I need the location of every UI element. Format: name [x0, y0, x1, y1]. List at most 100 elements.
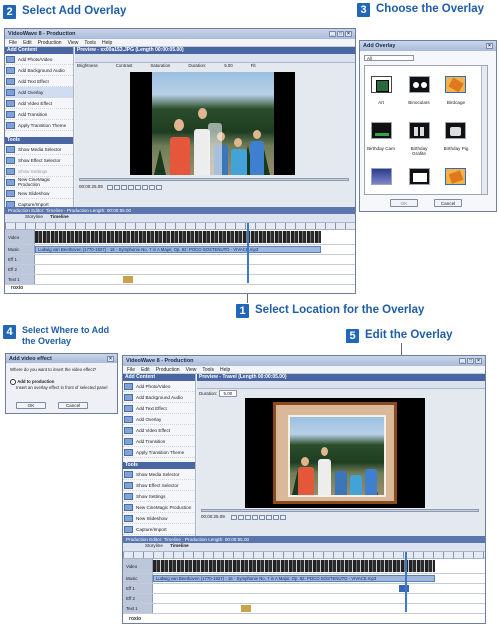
- menu-edit[interactable]: Edit: [23, 40, 32, 46]
- menu-file[interactable]: File: [9, 40, 17, 46]
- prev-button[interactable]: [114, 185, 120, 190]
- family-photo: [288, 415, 386, 497]
- maximize-button[interactable]: □: [337, 31, 344, 37]
- text-clip[interactable]: [123, 276, 133, 283]
- close-button[interactable]: ×: [345, 31, 352, 37]
- video-clips[interactable]: [35, 231, 321, 243]
- option-add-to-production[interactable]: Add to production Insert an overlay effe…: [10, 379, 116, 390]
- close-button[interactable]: ×: [486, 43, 493, 49]
- task-add-transition[interactable]: Add Transition: [5, 109, 73, 120]
- close-button[interactable]: ×: [107, 355, 114, 362]
- volume-button[interactable]: [280, 515, 286, 520]
- task-add-transition[interactable]: Add Transition: [123, 436, 195, 447]
- minimize-button[interactable]: _: [329, 31, 336, 37]
- menu-production[interactable]: Production: [156, 367, 180, 373]
- volume-button[interactable]: [156, 185, 162, 190]
- ok-button[interactable]: OK: [16, 402, 46, 409]
- tool-capture-import[interactable]: Capture/Import: [123, 524, 195, 535]
- grid-scrollbar[interactable]: [481, 66, 487, 194]
- overlay-birdcage[interactable]: [445, 76, 466, 93]
- storyline-tab[interactable]: Storyline: [145, 543, 163, 548]
- overlay-binoculars[interactable]: [409, 76, 430, 93]
- tool-new-slideshow[interactable]: New Slideshow: [5, 188, 73, 199]
- rewind-button[interactable]: [107, 185, 113, 190]
- forward-button[interactable]: [266, 515, 272, 520]
- menu-production[interactable]: Production: [38, 40, 62, 46]
- task-add-text-effect[interactable]: Add Text Effect: [123, 403, 195, 414]
- tool-new-cinemagic[interactable]: New CineMagic Production: [123, 502, 195, 513]
- overlay-birthday-cam[interactable]: [371, 122, 392, 139]
- overlay-item-9[interactable]: [445, 168, 466, 185]
- fit-select[interactable]: Fit: [251, 63, 256, 70]
- menu-tools[interactable]: Tools: [84, 40, 96, 46]
- scrub-bar[interactable]: [79, 178, 349, 181]
- task-apply-transition-theme[interactable]: Apply Transition Theme: [123, 447, 195, 458]
- text-clip[interactable]: [241, 605, 251, 612]
- menu-help[interactable]: Help: [102, 40, 112, 46]
- duration-input[interactable]: 5.00: [218, 390, 238, 397]
- overlay-frame[interactable]: [273, 402, 397, 504]
- cancel-button[interactable]: Cancel: [58, 402, 88, 409]
- next-button[interactable]: [135, 185, 141, 190]
- play-button[interactable]: [245, 515, 251, 520]
- stop-button[interactable]: [252, 515, 258, 520]
- timeline-cursor[interactable]: [247, 223, 249, 283]
- menu-file[interactable]: File: [127, 367, 135, 373]
- tool-show-settings[interactable]: Show Settings: [5, 166, 73, 177]
- task-add-video-effect[interactable]: Add Video Effect: [5, 98, 73, 109]
- menu-view[interactable]: View: [68, 40, 79, 46]
- menu-edit[interactable]: Edit: [141, 367, 150, 373]
- overlay-birthday-grafite[interactable]: [409, 122, 430, 139]
- tool-show-effect-selector[interactable]: Show Effect Selector: [123, 480, 195, 491]
- tool-new-slideshow[interactable]: New Slideshow: [123, 513, 195, 524]
- rewind-button[interactable]: [231, 515, 237, 520]
- cancel-button[interactable]: Cancel: [434, 199, 462, 207]
- video-clips[interactable]: [153, 560, 435, 572]
- task-add-photo-video[interactable]: Add Photo/Video: [5, 54, 73, 65]
- overlay-birthday-grafite-label: Birthday Grafite: [410, 146, 428, 156]
- loop-button[interactable]: [149, 185, 155, 190]
- overlay-item-7[interactable]: [371, 168, 392, 185]
- task-add-overlay[interactable]: Add Overlay: [123, 414, 195, 425]
- storyline-tab[interactable]: Storyline: [25, 214, 43, 219]
- forward-button[interactable]: [142, 185, 148, 190]
- task-add-photo-video[interactable]: Add Photo/Video: [123, 381, 195, 392]
- task-add-text-effect[interactable]: Add Text Effect: [5, 76, 73, 87]
- play-button[interactable]: [121, 185, 127, 190]
- timeline-cursor[interactable]: [405, 552, 407, 612]
- next-button[interactable]: [259, 515, 265, 520]
- prev-button[interactable]: [238, 515, 244, 520]
- music-clip[interactable]: Ludwig van Beethoven (1770-1827) - 16 - …: [35, 246, 321, 253]
- minimize-button[interactable]: _: [459, 358, 466, 364]
- task-add-background-audio[interactable]: Add Background Audio: [123, 392, 195, 403]
- overlay-art[interactable]: [371, 76, 392, 93]
- tool-new-cinemagic[interactable]: New CineMagic Production: [5, 177, 73, 188]
- task-add-background-audio[interactable]: Add Background Audio: [5, 65, 73, 76]
- close-button[interactable]: ×: [475, 358, 482, 364]
- timeline-tab[interactable]: Timeline: [50, 214, 69, 219]
- timeline-tab[interactable]: Timeline: [170, 543, 189, 548]
- overlay-item-8[interactable]: [409, 168, 430, 185]
- overlay-clip[interactable]: [399, 585, 409, 592]
- menu-tools[interactable]: Tools: [202, 367, 214, 373]
- music-clip[interactable]: Ludwig van Beethoven (1770-1827) - 16 - …: [153, 575, 435, 582]
- scrub-bar[interactable]: [201, 509, 479, 512]
- tool-show-settings[interactable]: Show Settings: [123, 491, 195, 502]
- tool-show-effect-selector[interactable]: Show Effect Selector: [5, 155, 73, 166]
- loop-button[interactable]: [273, 515, 279, 520]
- ok-button[interactable]: OK: [390, 199, 418, 207]
- tool-show-media-selector[interactable]: Show Media Selector: [123, 469, 195, 480]
- stop-button[interactable]: [128, 185, 134, 190]
- option-label: Add to production: [17, 379, 55, 385]
- video-track: Video: [123, 559, 485, 574]
- menu-view[interactable]: View: [186, 367, 197, 373]
- maximize-button[interactable]: □: [467, 358, 474, 364]
- menu-help[interactable]: Help: [220, 367, 230, 373]
- filter-select[interactable]: All: [364, 55, 414, 61]
- task-add-overlay[interactable]: Add Overlay: [5, 87, 73, 98]
- overlay-birthday-pig[interactable]: [445, 122, 466, 139]
- task-apply-transition-theme[interactable]: Apply Transition Theme: [5, 120, 73, 131]
- duration-value[interactable]: 5.00: [224, 63, 233, 70]
- task-add-video-effect[interactable]: Add Video Effect: [123, 425, 195, 436]
- tool-show-media-selector[interactable]: Show Media Selector: [5, 144, 73, 155]
